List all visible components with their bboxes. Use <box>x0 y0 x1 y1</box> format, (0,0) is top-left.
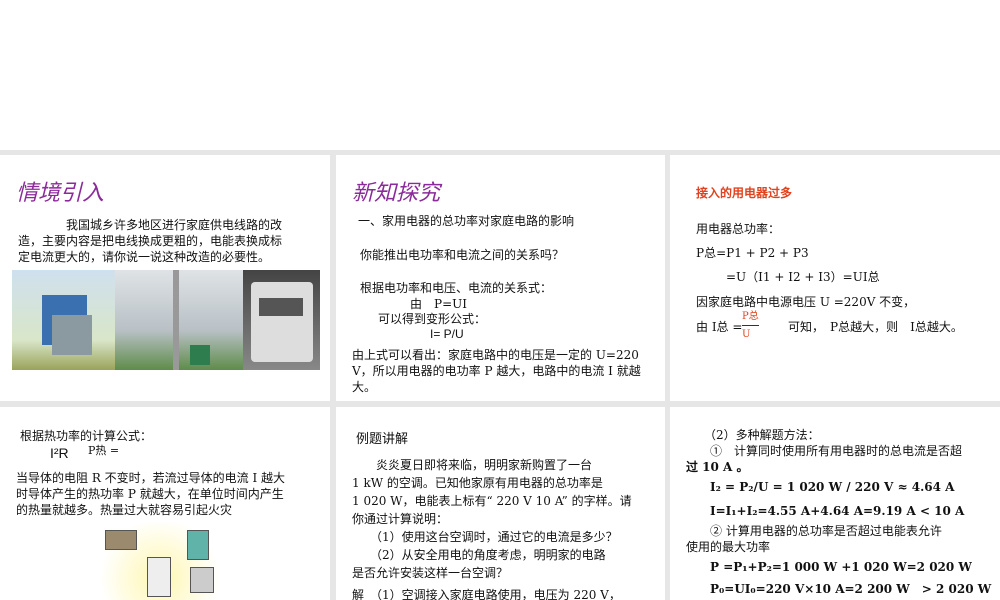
slide-title: 情境引入 <box>16 181 105 206</box>
para-line: ① 计算同时使用所有用电器时的总电流是否超 <box>686 444 963 458</box>
slide-thumbnail-6[interactable]: （2）多种解题方法： ① 计算同时使用所有用电器时的总电流是否超 过 10 A … <box>670 407 1000 600</box>
para-line: 造，主要内容是把电线换成更粗的，电能表换成标 <box>18 234 283 248</box>
slide-thumbnail-5[interactable]: 例题讲解 炎炎夏日即将来临，明明家新购置了一台 1 kW 的空调。已知他家原有用… <box>336 407 665 600</box>
formula: I= P/U <box>430 327 464 341</box>
formula: =U（I1 + I2 + I3）=UI总 <box>726 270 880 284</box>
formula: I₂ = P₂/U = 1 020 W / 220 V ≈ 4.64 A <box>686 480 955 494</box>
fraction-denominator: U <box>742 329 751 340</box>
text-line: 根据电功率和电压、电流的关系式： <box>360 281 553 295</box>
slide-thumbnail-4[interactable]: 根据热功率的计算公式： I²R P热 = 当导体的电阻 R 不变时，若流过导体的… <box>0 407 330 600</box>
para-line: 你通过计算说明： <box>352 512 449 526</box>
para-line: 过 10 A 。 <box>686 460 749 474</box>
para-line: 炎炎夏日即将来临，明明家新购置了一台 <box>352 458 593 472</box>
formula: I²R <box>50 445 69 461</box>
para-line: 定电流更大的，请你说一说这种改造的必要性。 <box>18 250 271 264</box>
power-pole-photo <box>115 270 243 370</box>
text-line: 大。 <box>352 380 377 394</box>
blank-header-area <box>0 0 1000 150</box>
formula: P₀=UI₀=220 V×10 A=2 200 W > 2 020 W <box>686 582 992 596</box>
para-line: （2）多种解题方法： <box>686 428 820 442</box>
text-line: 由 I总 = <box>696 320 743 334</box>
para-line: （1）使用这台空调时，通过它的电流是多少？ <box>352 530 618 544</box>
formula: P =P₁+P₂=1 000 W +1 020 W=2 020 W <box>686 560 972 574</box>
formula: P热 = <box>88 444 120 457</box>
text-line: 可以得到变形公式： <box>378 312 487 326</box>
text-line: 由上式可以看出：家庭电路中的电压是一定的 U=220 <box>352 348 639 362</box>
overloaded-socket-illustration <box>95 522 225 600</box>
workers-photo <box>12 270 115 370</box>
question: 你能推出电功率和电流之间的关系吗？ <box>360 248 565 262</box>
para-line: 1 020 W，电能表上标有“ 220 V 10 A” 的字样。请 <box>352 494 632 508</box>
slide-thumbnail-3[interactable]: 接入的用电器过多 用电器总功率： P总=P1 + P2 + P3 =U（I1 +… <box>670 155 1000 401</box>
heading: 接入的用电器过多 <box>696 186 793 200</box>
text-line: 可知， P总越大，则 I总越大。 <box>788 320 963 334</box>
text-line: 因家庭电路中电源电压 U =220V 不变， <box>696 295 916 309</box>
para-line: 时导体产生的热功率 P 就越大，在单位时间内产生 <box>16 487 284 501</box>
slide-title: 新知探究 <box>352 181 441 206</box>
text-line: V，所以用电器的电功率 P 越大，电路中的电流 I 就越 <box>352 364 641 378</box>
para-line: 解 （1）空调接入家庭电路使用，电压为 220 V， <box>352 588 621 600</box>
para-line: 使用的最大功率 <box>686 540 771 554</box>
para-line: ② 计算用电器的总功率是否超过电能表允许 <box>686 524 942 538</box>
formula: 由 P=UI <box>410 297 467 311</box>
electric-meter-photo <box>243 270 320 370</box>
slide-thumbnail-2[interactable]: 新知探究 一、家用电器的总功率对家庭电路的影响 你能推出电功率和电流之间的关系吗… <box>336 155 665 401</box>
para-line: 我国城乡许多地区进行家庭供电线路的改 <box>66 218 283 232</box>
formula: P总=P1 + P2 + P3 <box>696 246 809 260</box>
slide-thumbnail-1[interactable]: 情境引入 我国城乡许多地区进行家庭供电线路的改 造，主要内容是把电线换成更粗的，… <box>0 155 330 401</box>
formula: I=I₁+I₂=4.55 A+4.64 A=9.19 A < 10 A <box>686 504 965 518</box>
heading: 一、家用电器的总功率对家庭电路的影响 <box>358 214 575 228</box>
text-line: 根据热功率的计算公式： <box>20 429 153 443</box>
para-line: 1 kW 的空调。已知他家原有用电器的总功率是 <box>352 476 603 490</box>
para-line: （2）从安全用电的角度考虑，明明家的电路 <box>352 548 606 562</box>
text-line: 用电器总功率： <box>696 222 781 236</box>
heading: 例题讲解 <box>356 432 409 447</box>
para-line: 当导体的电阻 R 不变时，若流过导体的电流 I 越大 <box>16 471 286 485</box>
para-line: 是否允许安装这样一台空调？ <box>352 566 509 580</box>
fraction-numerator: P总 <box>742 309 759 326</box>
para-line: 的热量就越多。热量过大就容易引起火灾 <box>16 503 233 517</box>
